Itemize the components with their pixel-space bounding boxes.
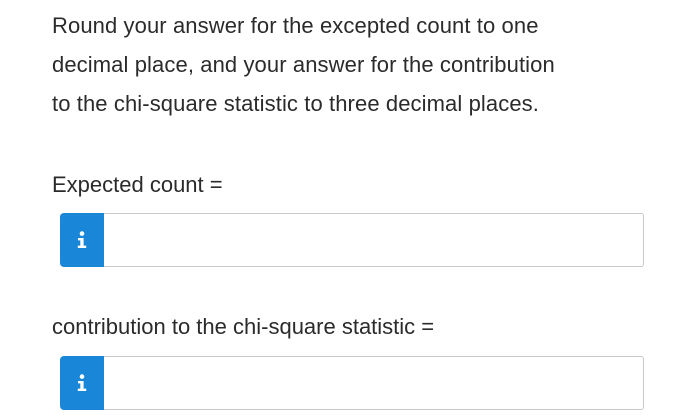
instructions-text: Round your answer for the excepted count… [52,6,652,123]
expected-count-info-button[interactable] [60,213,104,267]
question-panel: Round your answer for the excepted count… [0,0,700,420]
expected-count-label: Expected count = [52,172,223,197]
expected-count-input[interactable] [104,213,644,267]
instructions-line-2: decimal place, and your answer for the c… [52,52,555,77]
info-icon [77,231,87,248]
instructions-line-3: to the chi-square statistic to three dec… [52,91,539,116]
chi-square-contribution-info-button[interactable] [60,356,104,410]
info-icon [77,374,87,391]
instructions-line-1: Round your answer for the excepted count… [52,13,539,38]
chi-square-contribution-label: contribution to the chi-square statistic… [52,314,435,339]
expected-count-answer-row [60,213,644,267]
chi-square-contribution-answer-row [60,356,644,410]
chi-square-contribution-input[interactable] [104,356,644,410]
